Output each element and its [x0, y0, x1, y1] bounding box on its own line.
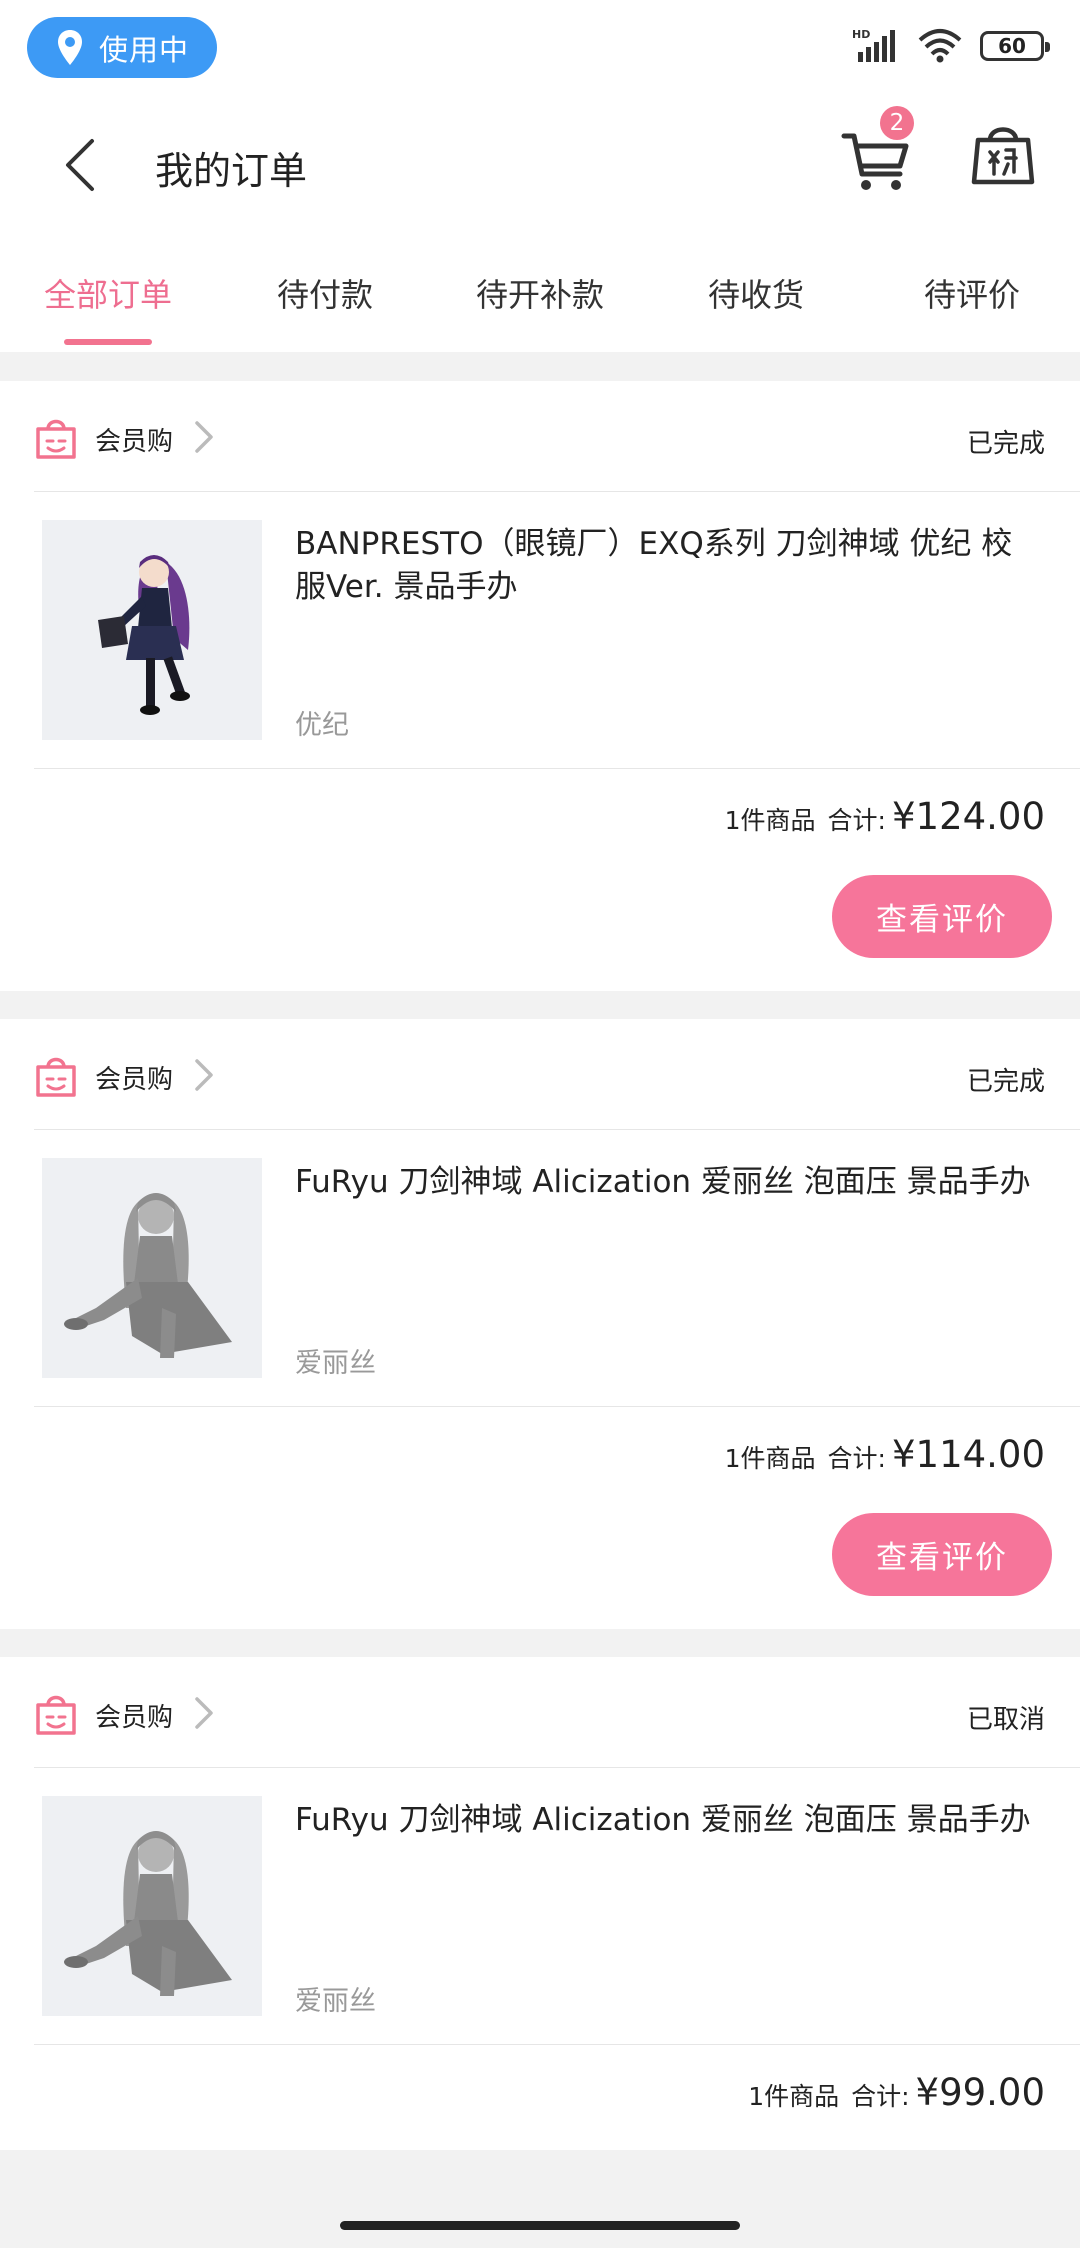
- shop-bag-icon: [36, 1695, 76, 1735]
- shop-bag-icon: [36, 419, 76, 459]
- figure-alice-image: [64, 1193, 232, 1358]
- divider: [34, 1767, 1080, 1768]
- item-count: 1件商品: [724, 806, 816, 835]
- total-amount: ¥124.00: [891, 795, 1045, 838]
- chevron-left-icon: [66, 139, 94, 191]
- order-status: 已完成: [966, 429, 1045, 459]
- total-label: 合计:: [851, 2082, 910, 2111]
- product-variant: 爱丽丝: [295, 1986, 376, 2017]
- battery-level: 60: [998, 34, 1026, 58]
- shop-name[interactable]: 会员购: [95, 421, 173, 458]
- shopping-bag-icon[interactable]: [970, 118, 1036, 188]
- item-count: 1件商品: [748, 2082, 840, 2111]
- product-variant: 优纪: [295, 710, 349, 741]
- divider: [34, 768, 1080, 769]
- product-variant: 爱丽丝: [295, 1348, 376, 1379]
- divider: [34, 1129, 1080, 1130]
- location-in-use-pill[interactable]: 使用中: [27, 17, 217, 78]
- order-card[interactable]: 会员购 已完成 BANPRESTO（眼镜厂）EXQ系列 刀剑神域 优纪 校服Ve…: [0, 381, 1080, 991]
- order-status: 已取消: [966, 1705, 1045, 1735]
- total-amount: ¥114.00: [891, 1433, 1045, 1476]
- signal-icon: HD: [852, 28, 895, 62]
- total-label: 合计:: [827, 1444, 886, 1473]
- product-thumbnail[interactable]: [42, 520, 262, 740]
- order-total: 1件商品 合计: ¥99.00: [748, 2071, 1045, 2114]
- location-status-label: 使用中: [99, 32, 190, 67]
- tab-pending-balance-payment[interactable]: 待开补款: [440, 270, 640, 316]
- product-title[interactable]: FuRyu 刀剑神域 Alicization 爱丽丝 泡面压 景品手办: [295, 1161, 1035, 1204]
- order-total: 1件商品 合计: ¥124.00: [725, 795, 1045, 838]
- active-tab-indicator: [64, 339, 152, 345]
- tab-pending-review[interactable]: 待评价: [872, 270, 1072, 316]
- total-label: 合计:: [827, 806, 886, 835]
- battery-icon: 60: [980, 31, 1050, 61]
- chevron-right-icon: [195, 1059, 213, 1091]
- tab-pending-payment[interactable]: 待付款: [225, 270, 425, 316]
- order-card-header[interactable]: 会员购 已取消: [0, 1657, 1080, 1767]
- tab-pending-receipt[interactable]: 待收货: [656, 270, 856, 316]
- shop-name[interactable]: 会员购: [95, 1697, 173, 1734]
- product-thumbnail[interactable]: [42, 1158, 262, 1378]
- page-title: 我的订单: [155, 149, 308, 193]
- item-count: 1件商品: [724, 1444, 816, 1473]
- shop-bag-icon: [36, 1057, 76, 1097]
- view-review-button[interactable]: 查看评价: [832, 1513, 1052, 1596]
- divider: [34, 491, 1080, 492]
- back-button[interactable]: [50, 130, 110, 200]
- tab-all-orders[interactable]: 全部订单: [8, 270, 208, 316]
- order-card-header[interactable]: 会员购 已完成: [0, 1019, 1080, 1129]
- cart-count-badge: 2: [880, 106, 914, 140]
- system-status-icons: HD 60: [852, 26, 1050, 66]
- total-amount: ¥99.00: [915, 2071, 1045, 2114]
- home-indicator[interactable]: [340, 2221, 740, 2230]
- product-thumbnail[interactable]: [42, 1796, 262, 2016]
- chevron-right-icon: [195, 421, 213, 453]
- order-tabs: 全部订单 待付款 待开补款 待收货 待评价: [0, 270, 1080, 330]
- network-type-label: HD: [852, 28, 870, 41]
- view-review-button[interactable]: 查看评价: [832, 875, 1052, 958]
- divider: [34, 2044, 1080, 2045]
- shop-name[interactable]: 会员购: [95, 1059, 173, 1096]
- location-pin-icon: [58, 29, 82, 65]
- order-card-header[interactable]: 会员购 已完成: [0, 381, 1080, 491]
- product-title[interactable]: BANPRESTO（眼镜厂）EXQ系列 刀剑神域 优纪 校服Ver. 景品手办: [295, 523, 1035, 609]
- figure-yuuki-image: [98, 555, 190, 715]
- order-card[interactable]: 会员购 已取消 FuRyu 刀剑神域 Alicization 爱丽丝 泡面压 景…: [0, 1657, 1080, 2150]
- chevron-right-icon: [195, 1697, 213, 1729]
- order-card[interactable]: 会员购 已完成 FuRyu 刀剑神域 Alicization 爱丽丝 泡面压 景…: [0, 1019, 1080, 1629]
- product-title[interactable]: FuRyu 刀剑神域 Alicization 爱丽丝 泡面压 景品手办: [295, 1799, 1035, 1842]
- order-total: 1件商品 合计: ¥114.00: [725, 1433, 1045, 1476]
- order-status: 已完成: [966, 1067, 1045, 1097]
- wifi-icon: [918, 29, 962, 63]
- divider: [34, 1406, 1080, 1407]
- figure-alice-image: [64, 1831, 232, 1996]
